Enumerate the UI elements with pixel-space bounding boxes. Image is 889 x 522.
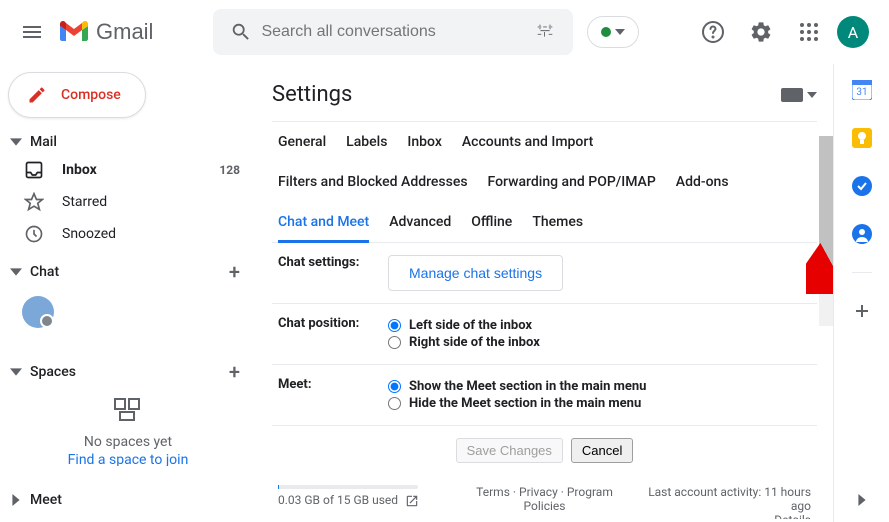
chat-position-right-option[interactable]: Right side of the inbox (388, 335, 811, 350)
spaces-section-header[interactable]: Spaces + (0, 356, 256, 388)
sidebar-item-inbox[interactable]: Inbox 128 (0, 154, 256, 186)
page-title: Settings (272, 82, 352, 107)
inbox-icon (24, 160, 44, 180)
search-icon[interactable] (221, 12, 261, 52)
active-dot-icon (601, 27, 611, 37)
search-options-icon[interactable] (525, 12, 565, 52)
inbox-label: Inbox (62, 162, 97, 178)
compose-label: Compose (61, 87, 121, 103)
pencil-icon (27, 85, 47, 105)
cancel-button[interactable]: Cancel (571, 438, 633, 463)
new-space-button[interactable]: + (229, 360, 240, 384)
gear-icon (749, 20, 773, 44)
mail-section-header[interactable]: Mail (0, 130, 256, 154)
gmail-logo[interactable]: Gmail (60, 19, 153, 45)
tab-forwarding[interactable]: Forwarding and POP/IMAP (488, 174, 656, 190)
tab-themes[interactable]: Themes (532, 214, 583, 230)
meet-label: Meet (30, 492, 62, 508)
chat-contact-avatar[interactable] (22, 296, 54, 328)
footer-privacy-link[interactable]: Privacy (519, 485, 558, 499)
account-avatar[interactable]: A (837, 16, 869, 48)
spaces-empty-icon (0, 398, 256, 422)
meet-hide-option[interactable]: Hide the Meet section in the main menu (388, 396, 811, 411)
mail-label: Mail (30, 134, 57, 150)
radio-input[interactable] (388, 319, 401, 332)
star-icon (24, 192, 44, 212)
svg-text:31: 31 (856, 87, 867, 98)
help-icon (701, 20, 725, 44)
chat-position-label: Chat position: (278, 316, 388, 331)
details-link[interactable]: Details (633, 513, 811, 519)
sidebar-item-snoozed[interactable]: Snoozed (0, 218, 256, 250)
inbox-count: 128 (219, 163, 240, 177)
chevron-right-icon (10, 494, 22, 506)
keyboard-icon (781, 88, 803, 102)
scrollbar-thumb[interactable] (819, 136, 833, 281)
radio-input[interactable] (388, 397, 401, 410)
spaces-empty-text: No spaces yet (0, 434, 256, 450)
get-addons-button[interactable] (852, 301, 872, 321)
chevron-down-icon (10, 136, 22, 148)
apps-grid-icon (799, 22, 819, 42)
save-changes-button: Save Changes (456, 438, 563, 463)
keep-app-icon[interactable] (852, 128, 872, 148)
support-button[interactable] (693, 12, 733, 52)
side-panel: 31 (833, 64, 889, 522)
tab-chat-meet[interactable]: Chat and Meet (278, 214, 369, 243)
gmail-icon (60, 21, 88, 43)
tab-addons[interactable]: Add-ons (676, 174, 729, 190)
tasks-app-icon[interactable] (852, 176, 872, 196)
chevron-down-icon (807, 92, 817, 98)
chevron-down-icon (615, 29, 625, 35)
open-in-new-icon[interactable] (405, 494, 419, 508)
new-chat-button[interactable]: + (229, 260, 240, 284)
sidebar: Compose Mail Inbox 128 Starred Snoozed C… (0, 64, 256, 522)
main-content: Settings General Labels Inbox Accounts a… (256, 64, 833, 522)
meet-section-header[interactable]: Meet (0, 488, 256, 514)
input-tools-button[interactable] (781, 88, 817, 102)
sidebar-item-starred[interactable]: Starred (0, 186, 256, 218)
activity-text: Last account activity: 11 hours ago (633, 485, 811, 513)
chat-position-left-option[interactable]: Left side of the inbox (388, 318, 811, 333)
chat-settings-label: Chat settings: (278, 255, 388, 270)
search-input[interactable] (261, 23, 525, 41)
meet-show-option[interactable]: Show the Meet section in the main menu (388, 379, 811, 394)
tab-filters[interactable]: Filters and Blocked Addresses (278, 174, 468, 190)
settings-button[interactable] (741, 12, 781, 52)
spaces-find-link[interactable]: Find a space to join (0, 452, 256, 466)
footer-terms-link[interactable]: Terms (476, 485, 510, 499)
clock-icon (24, 224, 44, 244)
snoozed-label: Snoozed (62, 226, 116, 242)
radio-input[interactable] (388, 336, 401, 349)
spaces-label: Spaces (30, 364, 76, 380)
status-indicator[interactable] (587, 16, 639, 48)
storage-bar (278, 485, 418, 489)
starred-label: Starred (62, 194, 107, 210)
calendar-app-icon[interactable]: 31 (852, 80, 872, 100)
hamburger-icon (20, 20, 44, 44)
tab-inbox[interactable]: Inbox (407, 134, 441, 150)
chevron-down-icon (10, 266, 22, 278)
tab-accounts[interactable]: Accounts and Import (462, 134, 593, 150)
app-name: Gmail (96, 19, 153, 45)
search-bar[interactable] (213, 9, 573, 55)
hide-panel-button[interactable] (856, 494, 868, 506)
meet-section-label: Meet: (278, 377, 388, 392)
tab-labels[interactable]: Labels (346, 134, 387, 150)
tab-advanced[interactable]: Advanced (389, 214, 451, 230)
tab-general[interactable]: General (278, 134, 326, 150)
chevron-down-icon (10, 366, 22, 378)
contacts-app-icon[interactable] (852, 224, 872, 244)
settings-tabs: General Labels Inbox Accounts and Import… (272, 121, 817, 243)
tab-offline[interactable]: Offline (471, 214, 512, 230)
apps-button[interactable] (789, 12, 829, 52)
radio-input[interactable] (388, 380, 401, 393)
manage-chat-settings-button[interactable]: Manage chat settings (388, 255, 563, 291)
chat-section-header[interactable]: Chat + (0, 256, 256, 288)
main-menu-button[interactable] (8, 8, 56, 56)
chat-label: Chat (30, 264, 59, 280)
compose-button[interactable]: Compose (8, 72, 146, 118)
storage-text: 0.03 GB of 15 GB used (278, 493, 398, 507)
